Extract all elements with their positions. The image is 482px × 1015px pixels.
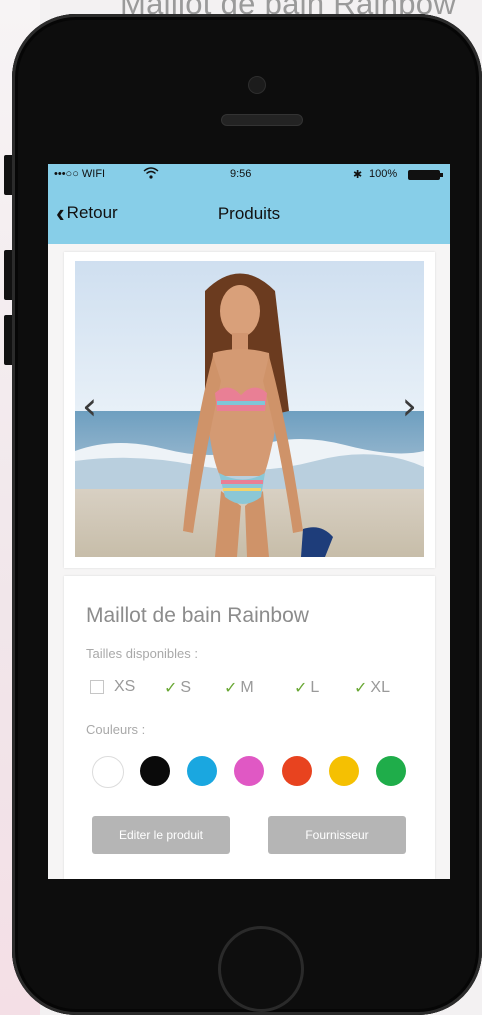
size-option-s[interactable]: ✓ S [164, 678, 191, 697]
size-label: XL [370, 678, 390, 696]
status-bar: •••○○ WIFI 9:56 ✱ 100% [48, 164, 450, 186]
color-swatch-yellow[interactable] [329, 756, 359, 786]
check-icon: ✓ [354, 678, 368, 697]
navigation-bar: ‹ Retour Produits [48, 186, 450, 244]
bluetooth-icon: ✱ [353, 169, 363, 181]
next-image-arrow[interactable]: › [402, 387, 417, 425]
front-camera [248, 76, 266, 94]
color-swatch-black[interactable] [140, 756, 170, 786]
wifi-icon [143, 166, 159, 183]
page-title: Produits [217, 204, 281, 223]
size-option-xs[interactable]: XS [90, 678, 135, 696]
color-swatch-orange[interactable] [282, 756, 312, 786]
size-label: S [180, 678, 192, 696]
size-option-xl[interactable]: ✓ XL [354, 678, 390, 697]
earpiece-speaker [221, 114, 303, 126]
sizes-label: Tailles disponibles : [86, 646, 199, 661]
check-icon: ✓ [164, 678, 178, 697]
size-option-m[interactable]: ✓ M [224, 678, 254, 697]
color-swatch-green[interactable] [376, 756, 406, 786]
check-icon: ✓ [294, 678, 308, 697]
supplier-button[interactable]: Fournisseur [268, 816, 406, 854]
size-label: XS [114, 678, 136, 695]
status-time: 9:56 [230, 168, 252, 180]
home-button[interactable] [218, 926, 304, 1012]
battery-icon [408, 170, 444, 183]
color-swatch-pink[interactable] [234, 756, 264, 786]
product-photo[interactable] [75, 261, 424, 557]
product-image-card: ‹ › [64, 252, 435, 568]
previous-image-arrow[interactable]: ‹ [82, 387, 97, 425]
carrier-signal: •••○○ WIFI [54, 168, 106, 180]
chevron-left-icon: ‹ [82, 384, 98, 428]
phone-screen: •••○○ WIFI 9:56 ✱ 100% ‹ Retour Produits [48, 164, 450, 879]
check-icon: ✓ [224, 678, 238, 697]
color-swatch-white[interactable] [92, 756, 124, 788]
chevron-right-icon: › [401, 384, 417, 428]
edit-product-button[interactable]: Editer le produit [92, 816, 230, 854]
color-swatch-blue[interactable] [187, 756, 217, 786]
size-label: M [240, 678, 254, 696]
size-label: L [310, 678, 320, 696]
size-option-l[interactable]: ✓ L [294, 678, 319, 697]
battery-percent: 100% [369, 168, 398, 180]
unchecked-box-icon [90, 680, 104, 694]
product-name: Maillot de bain Rainbow [86, 604, 309, 627]
product-info-card: Maillot de bain Rainbow Tailles disponib… [64, 576, 435, 879]
colors-label: Couleurs : [86, 722, 146, 737]
